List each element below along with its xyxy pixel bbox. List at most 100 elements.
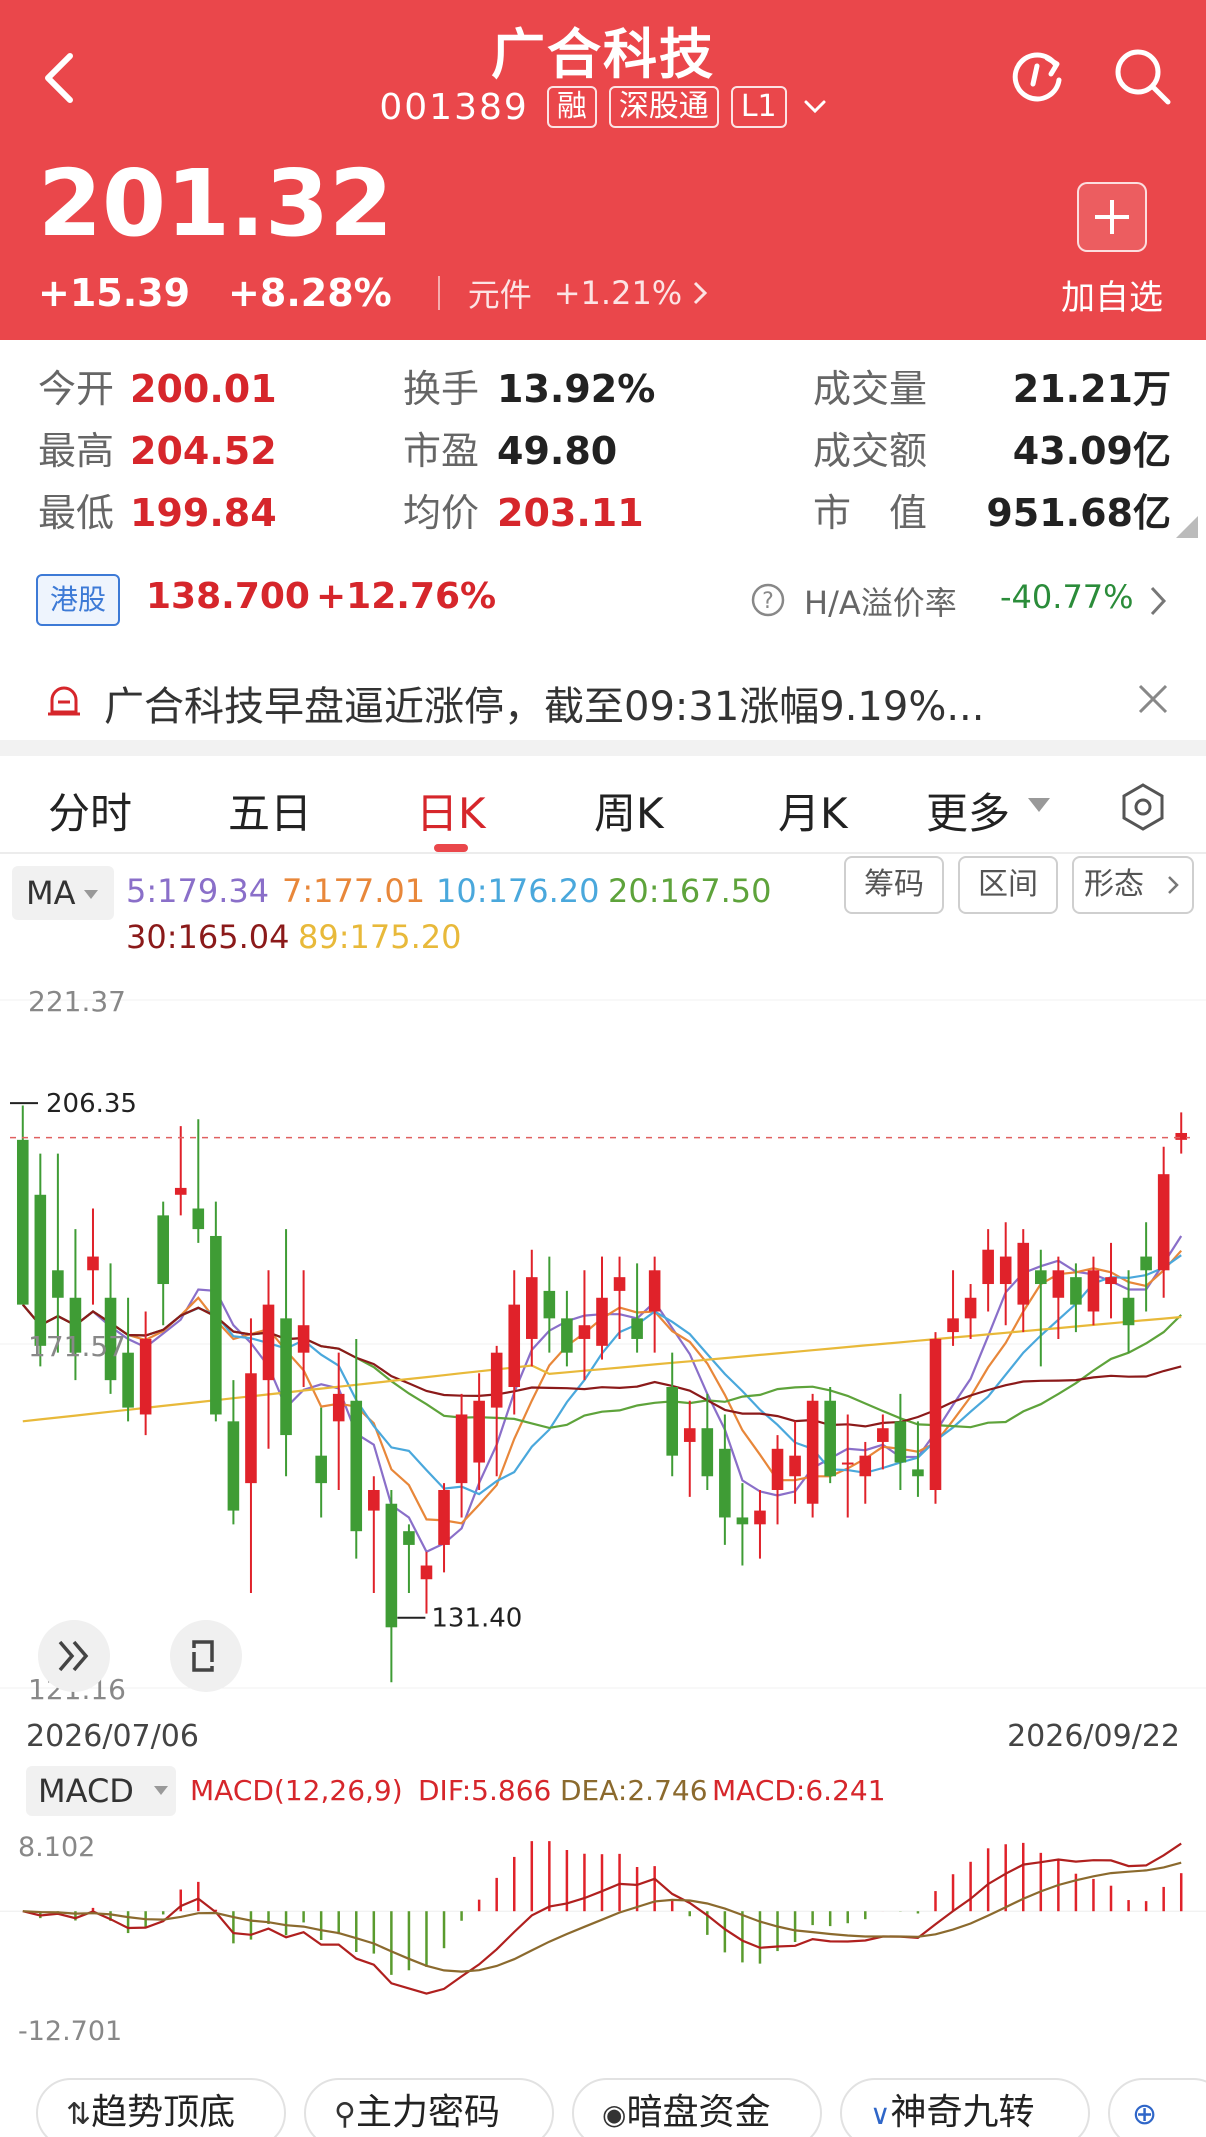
candle-body: [262, 1304, 275, 1381]
more-tools-button[interactable]: ⊕: [1108, 2078, 1206, 2137]
candle-body: [438, 1489, 450, 1545]
active-tab-indicator: [434, 844, 468, 852]
stock-header: 广合科技 001389 融 深股通 L1 201.32 +15.39 +8.28…: [0, 0, 1206, 340]
tab-five-day[interactable]: 五日: [228, 780, 312, 841]
candle-body: [1017, 1242, 1030, 1305]
dark-pool-funds-button[interactable]: ◉暗盘资金: [572, 2078, 822, 2137]
range-button[interactable]: 区间: [958, 856, 1058, 914]
chips-button[interactable]: 筹码: [844, 856, 944, 914]
candle-body: [982, 1249, 994, 1285]
chevron-down-icon[interactable]: [803, 97, 827, 117]
premium-label: H/A溢价率: [804, 584, 957, 622]
stat-amount: 成交额 43.09亿: [813, 429, 1171, 473]
news-banner[interactable]: 广合科技早盘逼近涨停，截至09:31涨幅9.19%...: [0, 658, 1206, 744]
candle-body: [192, 1208, 205, 1230]
tab-more[interactable]: 更多: [926, 780, 1010, 841]
level-tag[interactable]: L1: [730, 86, 787, 128]
candle-body: [368, 1489, 380, 1511]
fullscreen-button[interactable]: [170, 1620, 242, 1692]
candle-body: [841, 1462, 854, 1465]
hk-share-row[interactable]: 港股 138.700 +12.76% ? H/A溢价率 -40.77%: [0, 566, 1206, 636]
indicator-select-label: MACD: [38, 1772, 134, 1810]
pattern-button[interactable]: 形态: [1072, 856, 1194, 914]
candle-body: [561, 1318, 573, 1353]
help-icon[interactable]: ?: [750, 582, 786, 618]
tab-monthly-k[interactable]: 月K: [778, 780, 848, 841]
candle-body: [87, 1256, 99, 1271]
ma10-value: 10:176.20: [436, 872, 600, 910]
chevron-right-icon[interactable]: [690, 278, 710, 308]
candle-body: [894, 1421, 907, 1463]
candle-body: [210, 1235, 222, 1415]
candle-body: [280, 1318, 292, 1436]
candle-body: [1105, 1277, 1117, 1285]
stat-pe: 市盈 49.80: [403, 429, 618, 473]
price-change-pct: +8.28%: [228, 271, 392, 315]
stat-low: 最低 199.84: [38, 491, 277, 535]
candle-body: [332, 1393, 345, 1422]
tabs-divider: [0, 852, 1206, 854]
candle-body: [139, 1338, 152, 1415]
candle-body: [420, 1565, 433, 1580]
candle-body: [315, 1455, 327, 1484]
candle-body: [999, 1256, 1012, 1285]
ma5-value: 5:179.34: [126, 872, 270, 910]
candle-body: [719, 1448, 731, 1518]
candle-body: [701, 1428, 714, 1477]
ma-legend: MA 5:179.34 7:177.01 10:176.20 20:167.50…: [0, 856, 1206, 966]
candle-body: [859, 1455, 872, 1477]
candle-body: [245, 1373, 257, 1484]
connect-tag: 深股通: [608, 86, 719, 128]
trend-top-bottom-button[interactable]: ⇅趋势顶底: [36, 2078, 286, 2137]
sector-change[interactable]: +1.21%: [554, 274, 682, 312]
candle-body: [508, 1304, 521, 1388]
candle-body: [578, 1325, 591, 1339]
premium-value: -40.77%: [1000, 578, 1134, 616]
x-axis-start: 2026/07/06: [26, 1719, 199, 1754]
candle-body: [631, 1318, 643, 1339]
macd-dea: DEA:2.746: [560, 1774, 708, 1807]
candle-body: [1175, 1132, 1188, 1140]
bottom-tools: ⇅趋势顶底 ⚲主力密码 ◉暗盘资金 ∨神奇九转 ⊕: [0, 2070, 1206, 2137]
magic-nine-button[interactable]: ∨神奇九转: [840, 2078, 1090, 2137]
settings-icon[interactable]: [1120, 782, 1166, 832]
chevron-right-icon[interactable]: [1148, 584, 1168, 618]
expand-chart-button[interactable]: [38, 1620, 110, 1692]
tab-daily-k[interactable]: 日K: [416, 780, 486, 841]
price-change: +15.39: [38, 271, 191, 315]
candle-body: [1122, 1297, 1135, 1326]
macd-value: MACD:6.241: [712, 1774, 886, 1807]
expand-corner-icon[interactable]: [1176, 516, 1198, 538]
candle-body: [227, 1421, 240, 1511]
main-force-code-button[interactable]: ⚲主力密码: [304, 2078, 554, 2137]
close-icon[interactable]: [1136, 682, 1170, 716]
tab-weekly-k[interactable]: 周K: [594, 780, 664, 841]
search-icon[interactable]: [1110, 44, 1174, 108]
chart-tabs: 分时 五日 日K 周K 月K 更多: [0, 760, 1206, 856]
candle-body: [912, 1469, 924, 1477]
price-change-row: +15.39 +8.28% 元件 +1.21%: [38, 270, 710, 316]
tab-intraday[interactable]: 分时: [48, 780, 132, 841]
alert-bell-icon: [48, 686, 80, 716]
svg-text:206.35: 206.35: [46, 1089, 137, 1119]
candle-body: [648, 1270, 661, 1312]
caret-down-icon[interactable]: [1028, 798, 1050, 814]
coin-icon: ◉: [602, 2098, 627, 2131]
stat-turnover: 换手 13.92%: [403, 367, 656, 411]
candle-body: [736, 1517, 749, 1525]
k-line-chart[interactable]: 221.37 171.57 121.16 206.35 131.40 2026/…: [0, 966, 1206, 2056]
stat-volume: 成交量 21.21万: [813, 367, 1171, 411]
sector-name[interactable]: 元件: [468, 270, 532, 316]
svg-text:?: ?: [762, 589, 774, 614]
refresh-icon[interactable]: [1005, 44, 1069, 108]
macd-dif: DIF:5.866: [418, 1774, 551, 1807]
add-watchlist-button[interactable]: [1077, 182, 1147, 252]
ma-select[interactable]: MA: [12, 866, 114, 920]
high-marker: 206.35: [10, 1089, 137, 1119]
ma89-value: 89:175.20: [298, 918, 462, 956]
x-axis-end: 2026/09/22: [1007, 1719, 1180, 1754]
svg-text:131.40: 131.40: [431, 1604, 522, 1634]
news-text: 广合科技早盘逼近涨停，截至09:31涨幅9.19%...: [104, 684, 985, 730]
add-watchlist-label[interactable]: 加自选: [1042, 270, 1182, 319]
candle-body: [34, 1194, 47, 1346]
